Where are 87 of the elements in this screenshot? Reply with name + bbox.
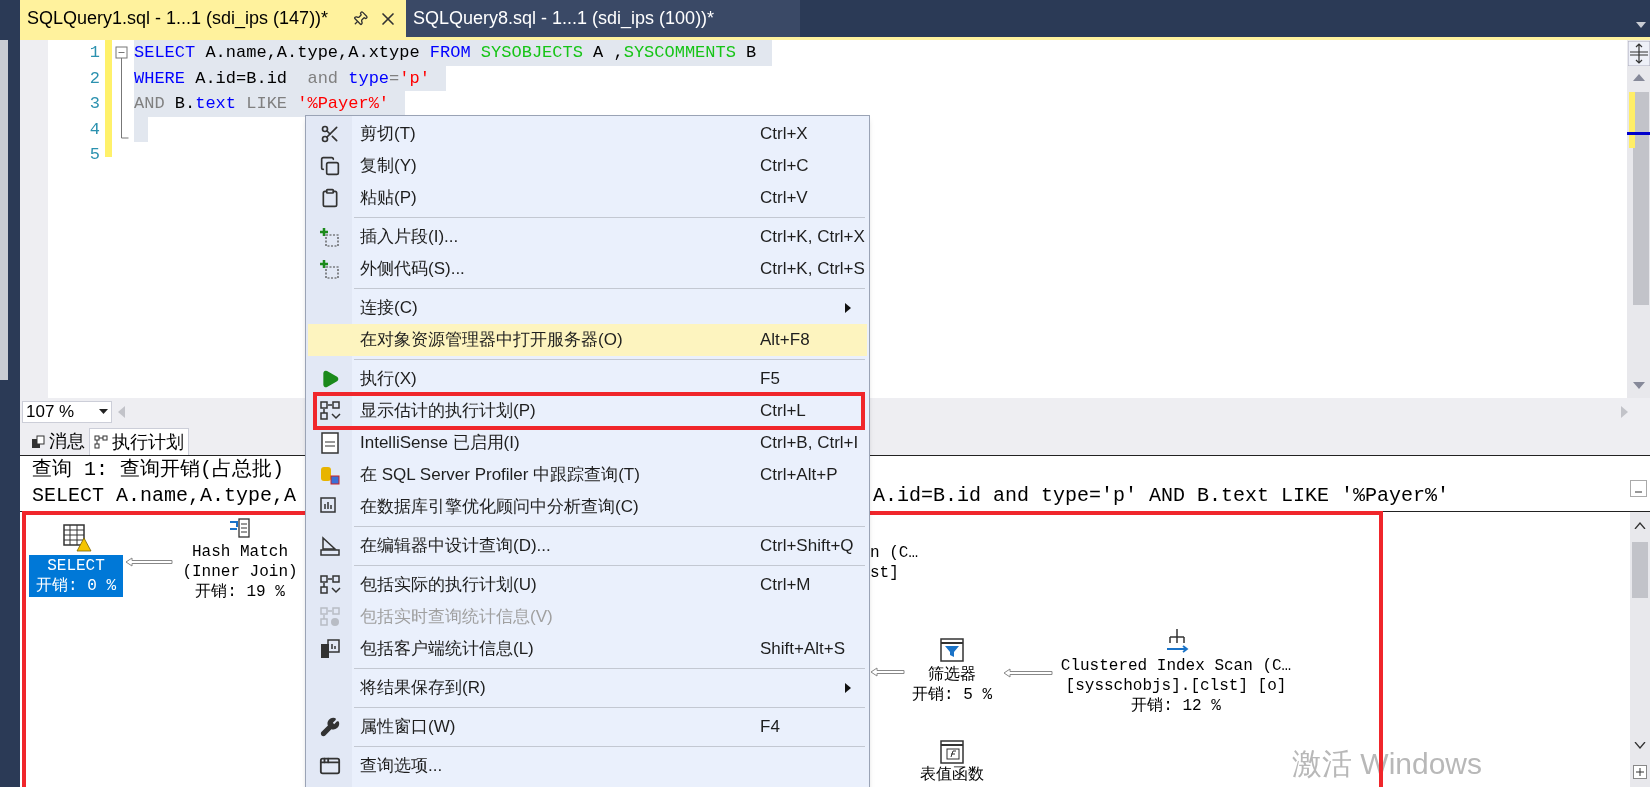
minimize-icon[interactable] [1630,480,1647,497]
shortcut-label: F5 [760,368,780,391]
hash-match-icon [229,517,251,539]
server-icon [319,638,341,660]
query-text: A.id=B.id and type='p' AND B.text LIKE '%Payer%' [873,483,1450,509]
shortcut-label: Ctrl+C [760,155,809,178]
menu-item[interactable]: 属性窗口(W) F4 [308,711,867,743]
shortcut-label: Ctrl+L [760,400,806,423]
zoom-dropdown[interactable]: 107 % [22,400,112,423]
menu-item[interactable]: 将结果保存到(R) [308,672,867,704]
menu-item[interactable]: 在对象资源管理器中打开服务器(O) Alt+F8 [308,324,867,356]
scrollbar-thumb[interactable] [1633,92,1649,305]
ruler-icon [319,535,341,557]
menu-item[interactable]: 包括客户端统计信息(L) Shift+Alt+S [308,633,867,665]
flow-arrow [870,667,905,677]
vertical-scrollbar[interactable] [1627,40,1650,398]
flow-arrow [1003,668,1053,678]
menu-item[interactable]: 插入片段(I)... Ctrl+K, Ctrl+X [308,221,867,253]
shortcut-label: Ctrl+Shift+Q [760,535,854,558]
line-number: 1 [88,42,100,64]
shortcut-label: Ctrl+B, Ctrl+I [760,432,859,455]
execution-plan-icon [319,574,341,596]
line-number: 5 [88,144,100,166]
wrench-icon [320,717,340,737]
execution-plan-icon [94,435,108,449]
collapse-outline-icon[interactable] [115,46,129,139]
line-number: 4 [88,118,100,141]
shortcut-label: Ctrl+M [760,574,811,597]
node-label[interactable]: 筛选器 开销: 5 % [882,665,1022,705]
message-icon [31,434,45,449]
scissors-icon [320,124,340,144]
line-number: 3 [88,93,100,115]
menu-item[interactable]: 复制(Y) Ctrl+C [308,150,867,182]
document-tab[interactable]: SQLQuery8.sql - 1...1 (sdi_ips (100))* [406,0,800,37]
shortcut-label: Ctrl+K, Ctrl+S [760,258,865,281]
shortcut-label: Ctrl+K, Ctrl+X [760,226,865,249]
add-snippet-icon [320,227,340,247]
results-tab[interactable]: 执行计划 [89,428,189,455]
menu-item[interactable]: IntelliSense 已启用(I) Ctrl+B, Ctrl+I [308,427,867,459]
document-icon [320,432,340,454]
query-cost-heading: 查询 1: 查询开销(占总批) [32,457,284,483]
menu-item[interactable]: 包括实际的执行计划(U) Ctrl+M [308,569,867,601]
menu-item[interactable]: 执行(X) F5 [308,363,867,395]
node-label[interactable]: Clustered Index Scan (C… [sysschobjs].[clst] [o] 开销: 12 % [1040,656,1312,716]
execution-plan-icon [319,606,341,628]
scroll-up-icon[interactable] [1634,522,1646,529]
shortcut-label: Alt+F8 [760,329,810,352]
document-tab[interactable]: SQLQuery1.sql - 1...1 (sdi_ips (147))* [20,0,406,37]
scroll-down-icon[interactable] [1634,742,1646,749]
vertical-scrollbar[interactable] [1630,512,1650,787]
query-text: SELECT A.name,A.type,A [32,483,297,509]
play-icon [320,369,340,389]
flow-arrow [125,557,173,567]
shortcut-label: Shift+Alt+S [760,638,846,661]
menu-item[interactable]: 在数据库引擎优化顾问中分析查询(C) [308,491,867,523]
dropdown-icon[interactable] [1636,22,1646,28]
results-tab[interactable]: 消息 [27,428,89,455]
selected-node-label[interactable]: SELECT 开销: 0 % [29,555,123,597]
node-label[interactable]: 表值函数 [892,765,1012,785]
menu-item[interactable]: 在编辑器中设计查询(D)... Ctrl+Shift+Q [308,530,867,562]
database-icon [319,464,341,486]
menu-item[interactable]: 在 SQL Server Profiler 中跟踪查询(T) Ctrl+Alt+P [308,459,867,491]
split-icon[interactable] [1628,41,1650,66]
table-function-icon [940,740,964,764]
scrollbar-thumb[interactable] [1632,542,1648,598]
shortcut-label: Ctrl+Alt+P [760,464,838,487]
expand-icon[interactable] [1633,765,1647,779]
index-scan-icon [1164,627,1190,653]
menu-item[interactable]: 查询选项... [308,750,867,782]
menu-item[interactable]: 连接(C) [308,292,867,324]
shortcut-label: Ctrl+X [760,123,808,146]
copy-icon [320,156,340,176]
shortcut-label: F4 [760,716,780,739]
window-icon [319,755,341,777]
filter-icon [940,638,964,662]
caret-icon [99,409,108,414]
clipboard-icon [320,188,340,208]
node-label[interactable]: n (C… st] [870,543,950,583]
table-warning-icon [62,522,92,552]
menu-item[interactable]: 外侧代码(S)... Ctrl+K, Ctrl+S [308,253,867,285]
shortcut-label: Ctrl+V [760,187,808,210]
line-number: 2 [88,67,100,90]
menu-item[interactable]: 粘贴(P) Ctrl+V [308,182,867,214]
menu-item[interactable]: 剪切(T) Ctrl+X [308,118,867,150]
add-snippet-icon [320,259,340,279]
menu-item[interactable]: 显示估计的执行计划(P) Ctrl+L [308,395,867,427]
execution-plan-icon [319,400,341,422]
